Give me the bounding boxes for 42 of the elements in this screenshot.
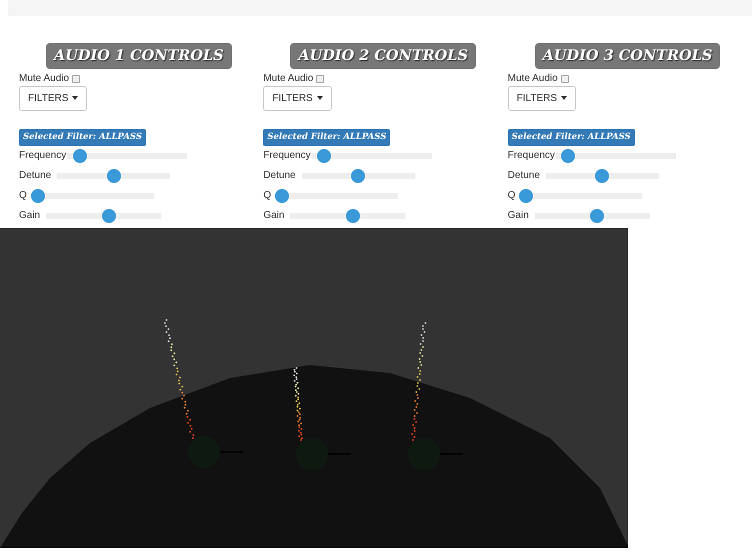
slider-thumb[interactable] — [590, 208, 604, 222]
caret-icon — [561, 96, 568, 100]
slider-thumb[interactable] — [316, 148, 331, 162]
slider-thumb[interactable] — [106, 168, 121, 182]
slider-label: Detune — [263, 169, 296, 183]
mute-label: Mute Audio — [508, 72, 558, 86]
mute-label: Mute Audio — [19, 72, 70, 86]
slider-label: Gain — [19, 209, 40, 223]
mute-checkbox[interactable] — [560, 74, 569, 83]
slider-label: Frequency — [508, 149, 555, 163]
section-title: AUDIO 3 CONTROLS — [534, 43, 720, 69]
selected-filter-label: Selected Filter: ALLPASS — [19, 128, 146, 146]
section-title: AUDIO 2 CONTROLS — [290, 43, 476, 69]
slider-thumb[interactable] — [346, 208, 360, 222]
slider-thumb[interactable] — [595, 168, 610, 182]
slider-label: Q — [19, 189, 27, 203]
slider-thumb[interactable] — [72, 148, 87, 162]
slider-label: Frequency — [19, 149, 66, 163]
filters-dropdown-button[interactable]: FILTERS — [263, 86, 332, 111]
mute-label: Mute Audio — [263, 72, 314, 86]
slider-thumb[interactable] — [519, 188, 534, 202]
slider-label: Q — [263, 189, 272, 203]
slider-label: Frequency — [263, 149, 311, 163]
slider-label: Gain — [508, 209, 529, 223]
selected-filter-label: Selected Filter: ALLPASS — [508, 128, 635, 146]
section-title: AUDIO 1 CONTROLS — [46, 43, 232, 69]
slider-thumb[interactable] — [275, 188, 290, 202]
mute-checkbox[interactable] — [72, 74, 80, 83]
filters-dropdown-button[interactable]: FILTERS — [19, 86, 88, 111]
slider-label: Gain — [263, 209, 284, 223]
filters-dropdown-button[interactable]: FILTERS — [508, 86, 576, 111]
slider-label: Detune — [508, 169, 540, 183]
slider-thumb[interactable] — [30, 188, 45, 202]
caret-icon — [316, 96, 323, 100]
selected-filter-label: Selected Filter: ALLPASS — [263, 128, 390, 146]
slider-thumb[interactable] — [351, 168, 366, 182]
slider-thumb[interactable] — [102, 208, 116, 222]
caret-icon — [72, 96, 78, 100]
mute-checkbox[interactable] — [316, 74, 324, 83]
slider-label: Detune — [19, 169, 52, 183]
slider-thumb[interactable] — [561, 148, 576, 162]
slider-label: Q — [508, 189, 516, 203]
